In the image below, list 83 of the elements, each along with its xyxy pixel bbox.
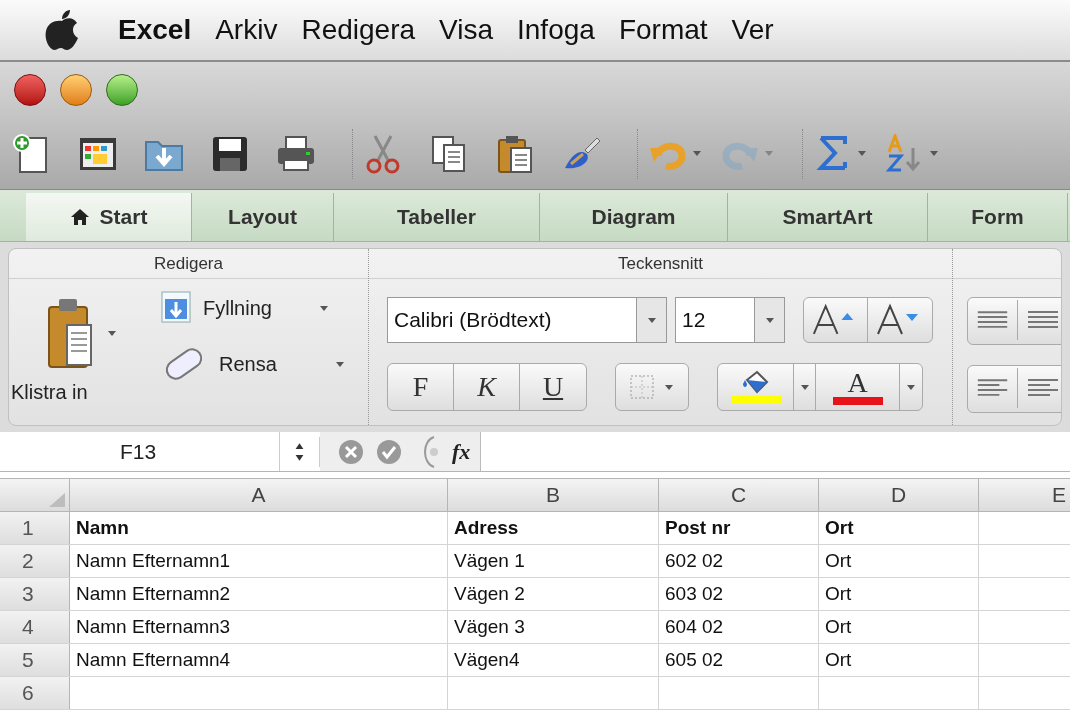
table-cell: 605 02 [659, 644, 819, 676]
menu-item[interactable]: Excel [118, 9, 192, 51]
column-header[interactable]: E [979, 479, 1070, 511]
italic-button[interactable]: K [454, 364, 520, 410]
table-cell: Vägen 3 [448, 611, 659, 643]
apple-logo-icon[interactable] [44, 9, 80, 51]
bold-button[interactable]: F [388, 364, 454, 410]
row-header[interactable]: 6 [0, 677, 70, 709]
close-window-button[interactable] [14, 74, 46, 106]
caret-icon[interactable] [335, 360, 345, 368]
table-cell: Vägen4 [448, 644, 659, 676]
row-header[interactable]: 3 [0, 578, 70, 610]
menu-item[interactable]: Arkiv [215, 9, 278, 51]
menu-item[interactable]: Infoga [517, 9, 595, 51]
borders-icon [630, 375, 654, 399]
row-header[interactable]: 5 [0, 644, 70, 676]
minimize-window-button[interactable] [60, 74, 92, 106]
paste-button[interactable]: Klistra in [11, 377, 161, 407]
caret-icon [646, 316, 657, 324]
caret-icon [764, 316, 775, 324]
fill-down-icon [161, 291, 191, 325]
ribbon-tab[interactable]: SmartArt [728, 193, 928, 241]
table-cell: 603 02 [659, 578, 819, 610]
clipboard-icon[interactable] [47, 297, 93, 369]
clipboard-icon [495, 133, 535, 174]
menu-item[interactable]: Ver [731, 9, 774, 51]
cancel-icon[interactable] [338, 438, 364, 465]
ribbon-tab[interactable]: Start [26, 193, 192, 241]
table-cell: Vägen 2 [448, 578, 659, 610]
ribbon-tab[interactable]: Tabeller [334, 193, 540, 241]
underline-button[interactable]: U [520, 364, 586, 410]
toolbar-button[interactable] [276, 133, 316, 174]
column-header[interactable]: D [819, 479, 979, 511]
toolbar-button[interactable] [495, 133, 535, 174]
paint-bucket-icon [740, 370, 771, 396]
menu-item[interactable]: Redigera [301, 9, 416, 51]
table-cell: Ort [819, 611, 979, 643]
table-cell: Ort [819, 644, 979, 676]
caret-icon [764, 150, 774, 157]
table-cell: Post nr [659, 512, 819, 544]
table-cell: Namn Efternamn4 [70, 644, 448, 676]
caret-icon [929, 150, 939, 157]
table-cell: 604 02 [659, 611, 819, 643]
printer-icon [276, 133, 316, 174]
group-title: Teckensnitt [617, 252, 703, 275]
ribbon-tab[interactable]: Diagram [540, 193, 728, 241]
caret-icon [857, 150, 867, 157]
home-icon [69, 208, 90, 226]
column-header[interactable]: C [659, 479, 819, 511]
table-cell: Adress [448, 512, 659, 544]
row-header[interactable]: 2 [0, 545, 70, 577]
confirm-icon[interactable] [376, 438, 402, 465]
menu-item[interactable]: Visa [439, 9, 493, 51]
table-cell: 602 02 [659, 545, 819, 577]
column-header[interactable]: B [448, 479, 659, 511]
function-button[interactable]: fx [452, 435, 471, 468]
table-cell: Vägen 1 [448, 545, 659, 577]
table-cell: Ort [819, 578, 979, 610]
caret-icon [692, 150, 702, 157]
fill-button[interactable]: Fyllning [203, 293, 307, 323]
table-cell: Namn Efternamn2 [70, 578, 448, 610]
table-cell: Ort [819, 545, 979, 577]
clear-button[interactable]: Rensa [219, 349, 323, 379]
row-header[interactable]: 1 [0, 512, 70, 544]
caret-icon[interactable] [906, 383, 916, 391]
table-cell: Namn [70, 512, 448, 544]
font-name-combobox[interactable]: Calibri (Brödtext) [387, 297, 667, 343]
ribbon-tab[interactable]: Form [928, 193, 1068, 241]
caret-icon [664, 383, 674, 391]
column-header[interactable]: A [70, 479, 448, 511]
font-size-combobox[interactable]: 12 [675, 297, 785, 343]
table-cell: Namn Efternamn3 [70, 611, 448, 643]
caret-icon[interactable] [799, 383, 810, 391]
menu-item[interactable]: Format [618, 9, 708, 51]
caret-icon[interactable] [107, 329, 117, 337]
caret-icon[interactable] [319, 304, 329, 312]
group-title: Redigera [154, 252, 223, 275]
row-header[interactable]: 4 [0, 611, 70, 643]
table-cell: Namn Efternamn1 [70, 545, 448, 577]
table-cell: Ort [819, 512, 979, 544]
ribbon-tab[interactable]: Layout [192, 193, 334, 241]
zoom-window-button[interactable] [106, 74, 138, 106]
name-box[interactable]: F13 [0, 432, 280, 471]
